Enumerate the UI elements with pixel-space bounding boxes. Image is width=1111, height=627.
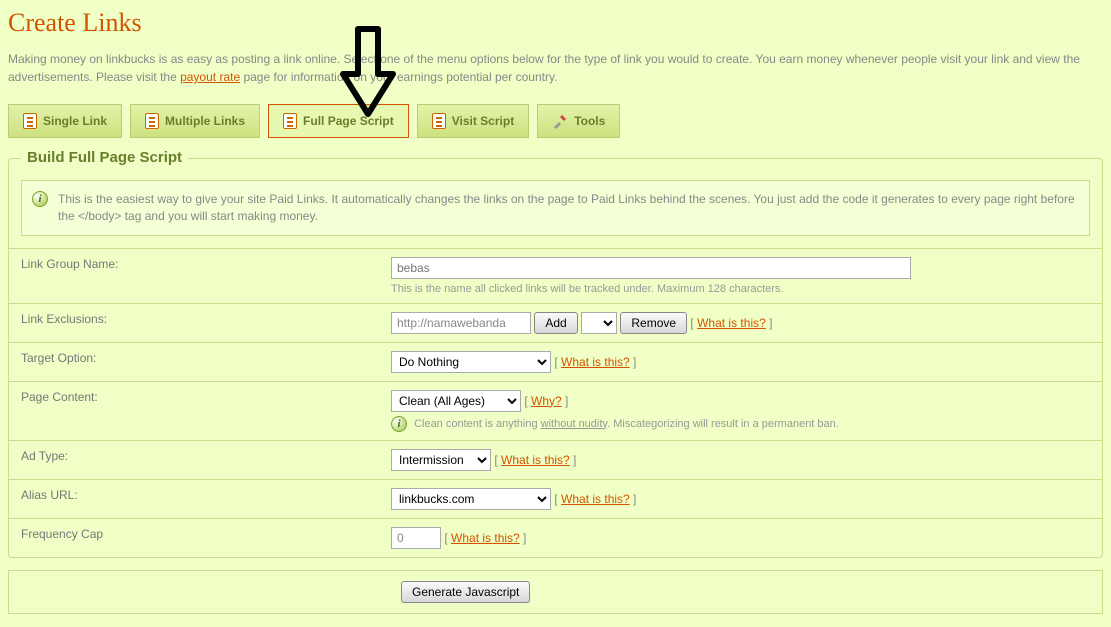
exclusion-input[interactable] (391, 312, 531, 334)
group-name-hint: This is the name all clicked links will … (391, 283, 1090, 295)
what-is-this-target[interactable]: What is this? (561, 355, 630, 369)
info-icon: i (32, 191, 48, 207)
build-panel: Build Full Page Script i This is the eas… (8, 158, 1103, 558)
what-is-this-adtype[interactable]: What is this? (501, 453, 570, 467)
label-target: Target Option: (9, 342, 379, 381)
document-icon (23, 113, 37, 129)
intro-text: Making money on linkbucks is as easy as … (8, 50, 1103, 86)
label-adtype: Ad Type: (9, 440, 379, 479)
generate-javascript-button[interactable]: Generate Javascript (401, 581, 530, 603)
what-is-this-freq[interactable]: What is this? (451, 531, 520, 545)
info-icon: i (391, 416, 407, 432)
page-title: Create Links (8, 8, 1103, 38)
tabs-row: Single Link Multiple Links Full Page Scr… (8, 104, 1103, 138)
document-icon (145, 113, 159, 129)
document-icon (432, 113, 446, 129)
panel-legend: Build Full Page Script (21, 149, 188, 166)
why-link[interactable]: Why? (531, 394, 562, 408)
target-option-select[interactable]: Do Nothing (391, 351, 551, 373)
payout-rate-link[interactable]: payout rate (180, 70, 240, 84)
tab-full-page-script[interactable]: Full Page Script (268, 104, 409, 138)
form-table: Link Group Name: This is the name all cl… (9, 248, 1102, 557)
alias-url-select[interactable]: linkbucks.com (391, 488, 551, 510)
label-freq: Frequency Cap (9, 518, 379, 557)
content-hint: i Clean content is anything without nudi… (391, 416, 1090, 432)
page-content-select[interactable]: Clean (All Ages) (391, 390, 521, 412)
info-box: i This is the easiest way to give your s… (21, 180, 1090, 236)
ad-type-select[interactable]: Intermission (391, 449, 491, 471)
tab-tools[interactable]: Tools (537, 104, 620, 138)
remove-button[interactable]: Remove (620, 312, 687, 334)
label-group-name: Link Group Name: (9, 248, 379, 303)
label-alias: Alias URL: (9, 479, 379, 518)
group-name-input[interactable] (391, 257, 911, 279)
what-is-this-alias[interactable]: What is this? (561, 492, 630, 506)
document-icon (283, 113, 297, 129)
label-exclusions: Link Exclusions: (9, 303, 379, 342)
tools-icon (552, 113, 568, 129)
tab-single-link[interactable]: Single Link (8, 104, 122, 138)
frequency-cap-input[interactable] (391, 527, 441, 549)
tab-multiple-links[interactable]: Multiple Links (130, 104, 260, 138)
label-content: Page Content: (9, 381, 379, 440)
what-is-this-exclusions[interactable]: What is this? (697, 316, 766, 330)
generate-row: Generate Javascript (8, 570, 1103, 614)
add-button[interactable]: Add (534, 312, 577, 334)
tab-visit-script[interactable]: Visit Script (417, 104, 529, 138)
exclusion-select[interactable] (581, 312, 617, 334)
